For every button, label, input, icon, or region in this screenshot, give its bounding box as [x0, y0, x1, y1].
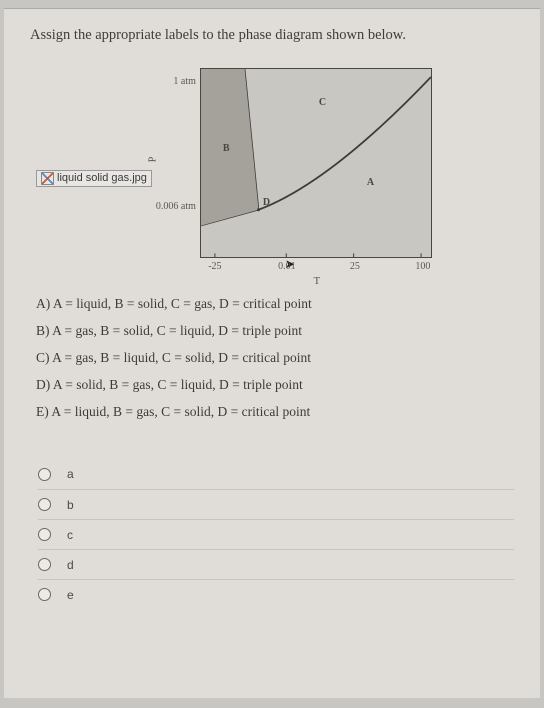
region-label-B: B	[223, 143, 230, 154]
y-axis-label: P	[147, 157, 158, 163]
radio-circle-icon	[38, 498, 51, 511]
diagram-row: liquid solid gas.jpg 1 atm P 0.006 atm	[36, 68, 514, 258]
region-label-D: D	[263, 197, 270, 208]
radio-circle-icon	[38, 588, 51, 601]
answer-text-list: A) A = liquid, B = solid, C = gas, D = c…	[36, 290, 514, 425]
y-axis-ticks: 1 atm P 0.006 atm	[156, 68, 200, 258]
xtick-2: 25	[350, 261, 360, 272]
radio-label: b	[67, 498, 74, 512]
radio-circle-icon	[38, 558, 51, 571]
radio-option-a[interactable]: a	[38, 459, 514, 489]
xtick-0: -25	[208, 261, 221, 272]
radio-label: c	[67, 528, 73, 542]
ytick-top: 1 atm	[173, 76, 196, 87]
option-B-text: B) A = gas, B = solid, C = liquid, D = t…	[36, 317, 514, 344]
xtick-1: 0.01	[278, 261, 296, 272]
xtick-3: 100	[415, 261, 430, 272]
option-A-text: A) A = liquid, B = solid, C = gas, D = c…	[36, 290, 514, 317]
option-C-text: C) A = gas, B = liquid, C = solid, D = c…	[36, 344, 514, 371]
radio-option-c[interactable]: c	[38, 519, 514, 549]
question-prompt: Assign the appropriate labels to the pha…	[30, 27, 514, 44]
ytick-bottom: 0.006 atm	[156, 201, 196, 212]
phase-diagram-plot: B C A D ➤ -25 0.01 25 100 T	[200, 68, 432, 258]
radio-circle-icon	[38, 528, 51, 541]
radio-label: d	[67, 558, 74, 572]
broken-image-icon	[41, 172, 54, 185]
radio-option-d[interactable]: d	[38, 549, 514, 579]
radio-option-b[interactable]: b	[38, 489, 514, 519]
radio-option-e[interactable]: e	[38, 579, 514, 609]
broken-image-placeholder: liquid solid gas.jpg	[36, 170, 152, 187]
radio-label: e	[67, 588, 74, 602]
radio-group: a b c d e	[38, 459, 514, 609]
region-label-A: A	[367, 177, 374, 188]
option-E-text: E) A = liquid, B = gas, C = solid, D = c…	[36, 398, 514, 425]
option-D-text: D) A = solid, B = gas, C = liquid, D = t…	[36, 371, 514, 398]
region-label-C: C	[319, 97, 326, 108]
x-axis-label: T	[201, 275, 433, 287]
radio-label: a	[67, 467, 74, 481]
question-card: Assign the appropriate labels to the pha…	[4, 8, 540, 698]
radio-circle-icon	[38, 468, 51, 481]
broken-image-filename: liquid solid gas.jpg	[57, 172, 147, 184]
phase-diagram-svg	[201, 69, 431, 257]
